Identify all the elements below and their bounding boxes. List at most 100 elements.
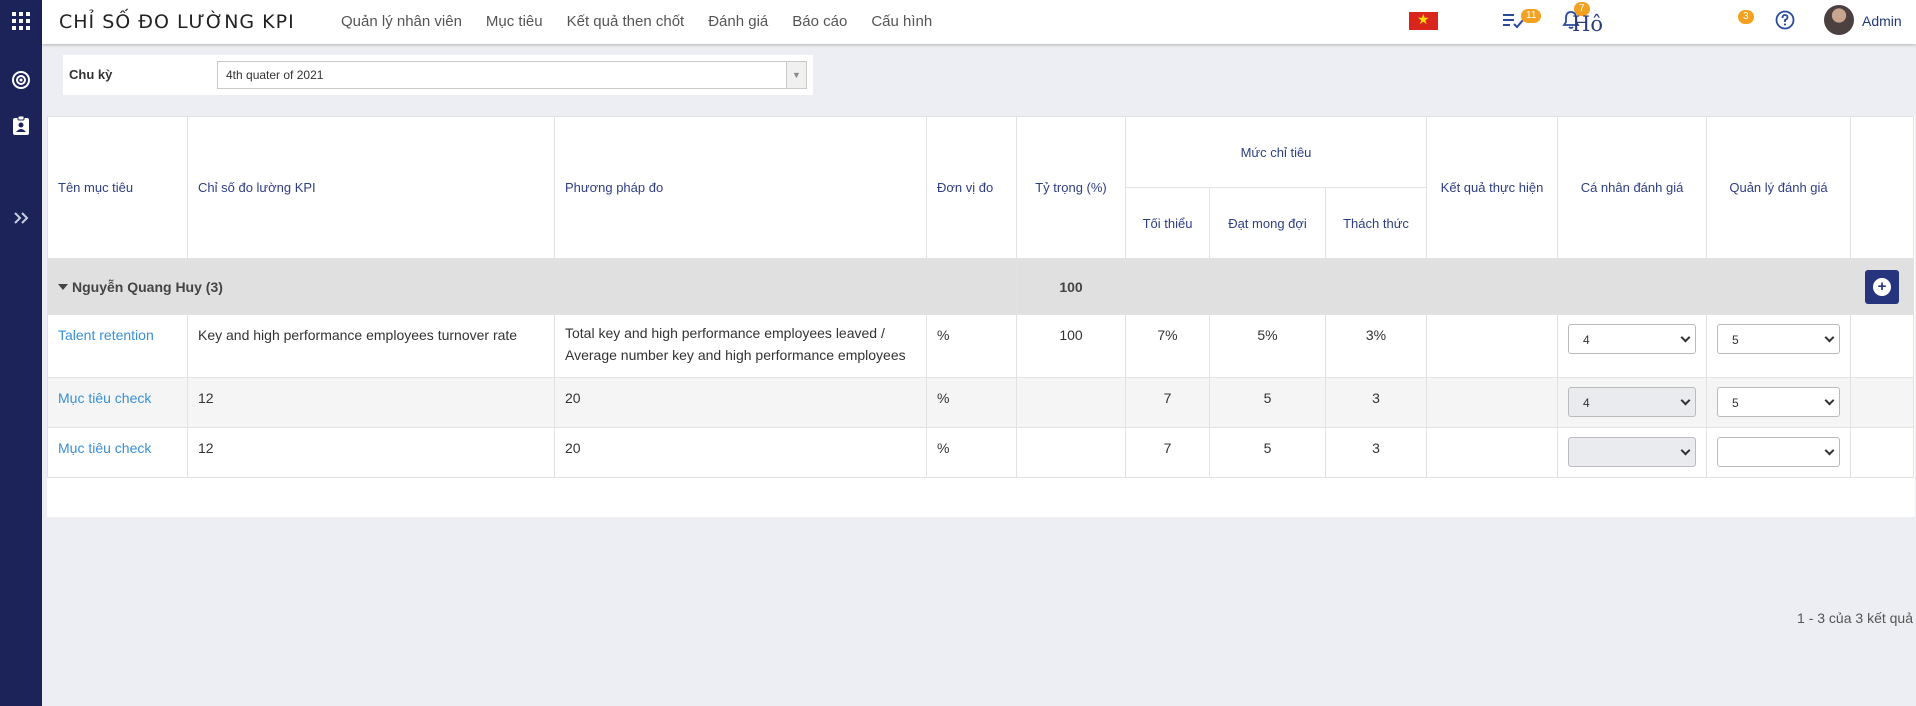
kpi-cell: 12 xyxy=(187,377,555,428)
challenge-cell: 3 xyxy=(1324,377,1428,428)
target-icon[interactable] xyxy=(9,68,33,92)
manager-eval-cell: 5 xyxy=(1706,377,1852,428)
self-eval-select[interactable] xyxy=(1568,437,1697,467)
chevron-down-icon xyxy=(1680,395,1691,406)
method-cell: 20 xyxy=(554,377,927,428)
manager-eval-cell: 5 xyxy=(1706,314,1852,378)
manager-eval-select[interactable] xyxy=(1717,437,1841,467)
goal-link[interactable]: Talent retention xyxy=(47,314,188,378)
self-eval-cell: 4 xyxy=(1557,377,1708,428)
col-header-actions xyxy=(1850,116,1915,259)
result-cell xyxy=(1426,427,1559,478)
chevron-down-icon xyxy=(1680,445,1691,456)
kpi-cell: 12 xyxy=(187,427,555,478)
period-select-value: 4th quater of 2021 xyxy=(226,68,324,82)
period-filter: Chu kỳ 4th quater of 2021 ▼ xyxy=(63,55,813,95)
goal-link[interactable]: Mục tiêu check xyxy=(47,427,188,478)
manager-eval-value: 5 xyxy=(1732,396,1739,410)
chevron-down-icon xyxy=(1824,445,1835,456)
weight-cell xyxy=(1016,377,1126,428)
goal-name[interactable]: Mục tiêu check xyxy=(58,390,151,406)
add-goal-button[interactable]: + xyxy=(1865,269,1900,304)
expand-chevrons-icon[interactable] xyxy=(9,206,33,230)
period-label: Chu kỳ xyxy=(69,67,113,82)
goal-link[interactable]: Mục tiêu check xyxy=(47,377,188,428)
table-row: Mục tiêu check 12 20 % 7 5 3 4 5 xyxy=(47,377,1915,428)
goal-name[interactable]: Talent retention xyxy=(58,327,154,343)
kpi-cell: Key and high performance employees turno… xyxy=(187,314,555,378)
group-toggle[interactable]: Nguyễn Quang Huy (3) xyxy=(47,258,1017,315)
user-name[interactable]: Admin xyxy=(1862,13,1902,29)
extension-badge: 3 xyxy=(1738,10,1754,24)
side-rail xyxy=(0,0,42,706)
row-actions xyxy=(1850,377,1915,428)
weight-cell: 100 xyxy=(1016,314,1126,378)
result-cell xyxy=(1426,377,1559,428)
vietnam-flag-icon[interactable] xyxy=(1409,11,1438,30)
chevron-down-icon xyxy=(1824,395,1835,406)
kpi-table-container: Tên mục tiêu Chỉ số đo lường KPI Phương … xyxy=(47,116,1915,626)
tasks-badge: 11 xyxy=(1521,9,1542,23)
table-row: Mục tiêu check 12 20 % 7 5 3 xyxy=(47,427,1915,478)
manager-eval-value: 5 xyxy=(1732,333,1739,347)
chevron-down-icon xyxy=(1824,332,1835,343)
goal-name[interactable]: Mục tiêu check xyxy=(58,440,151,456)
group-name: Nguyễn Quang Huy (3) xyxy=(72,278,223,295)
col-header-expected: Đạt mong đợi xyxy=(1209,187,1326,259)
min-cell: 7% xyxy=(1125,314,1210,378)
dropdown-arrow-icon[interactable]: ▼ xyxy=(786,62,806,88)
col-header-challenge: Thách thức xyxy=(1324,187,1428,259)
hoval-logo-text: Hô xyxy=(1572,12,1603,36)
result-cell xyxy=(1426,314,1559,378)
col-header-weight: Tỷ trọng (%) xyxy=(1016,116,1126,259)
row-actions xyxy=(1850,427,1915,478)
expected-cell: 5 xyxy=(1209,377,1326,428)
clipboard-user-icon[interactable] xyxy=(9,114,33,138)
self-eval-cell: 4 xyxy=(1557,314,1708,378)
kpi-table: Tên mục tiêu Chỉ số đo lường KPI Phương … xyxy=(47,116,1915,478)
group-weight: 100 xyxy=(1016,258,1126,315)
min-cell: 7 xyxy=(1125,427,1210,478)
row-actions xyxy=(1850,314,1915,378)
self-eval-value: 4 xyxy=(1583,333,1590,347)
method-cell: 20 xyxy=(554,427,927,478)
col-header-kpi: Chỉ số đo lường KPI xyxy=(187,116,555,259)
unit-cell: % xyxy=(926,314,1017,378)
period-select[interactable]: 4th quater of 2021 ▼ xyxy=(217,61,807,89)
header-actions: 11 7 Hô 3 Admin xyxy=(0,0,1916,44)
self-eval-cell xyxy=(1557,427,1708,478)
col-header-goal: Tên mục tiêu xyxy=(47,116,188,259)
manager-eval-select[interactable]: 5 xyxy=(1717,387,1841,417)
col-header-target-level: Mức chỉ tiêu xyxy=(1124,116,1428,188)
group-actions: + xyxy=(1850,258,1915,315)
plus-circle-icon: + xyxy=(1873,277,1892,296)
col-header-self-eval: Cá nhân đánh giá xyxy=(1557,116,1708,259)
challenge-cell: 3% xyxy=(1324,314,1428,378)
expected-cell: 5% xyxy=(1209,314,1326,378)
expected-cell: 5 xyxy=(1209,427,1326,478)
manager-eval-select[interactable]: 5 xyxy=(1717,324,1841,354)
unit-cell: % xyxy=(926,427,1017,478)
user-avatar[interactable] xyxy=(1824,5,1854,35)
group-spacer xyxy=(1124,258,1852,315)
manager-eval-cell xyxy=(1706,427,1852,478)
col-header-result: Kết quả thực hiện xyxy=(1426,116,1559,259)
min-cell: 7 xyxy=(1125,377,1210,428)
caret-down-icon[interactable] xyxy=(58,283,68,290)
table-row: Talent retention Key and high performanc… xyxy=(47,314,1915,378)
col-header-manager-eval: Quản lý đánh giá xyxy=(1706,116,1852,259)
col-header-unit: Đơn vị đo xyxy=(926,116,1017,259)
challenge-cell: 3 xyxy=(1324,427,1428,478)
self-eval-select[interactable]: 4 xyxy=(1568,324,1697,354)
pagination-summary: 1 - 3 của 3 kết quả xyxy=(1797,610,1913,626)
help-icon[interactable] xyxy=(1775,10,1795,33)
self-eval-value: 4 xyxy=(1583,396,1590,410)
group-row: Nguyễn Quang Huy (3) 100 + xyxy=(47,258,1915,315)
self-eval-select[interactable]: 4 xyxy=(1568,387,1697,417)
col-header-method: Phương pháp đo xyxy=(554,116,927,259)
chevron-down-icon xyxy=(1680,332,1691,343)
weight-cell xyxy=(1016,427,1126,478)
unit-cell: % xyxy=(926,377,1017,428)
method-cell: Total key and high performance employees… xyxy=(554,314,927,378)
col-header-minimum: Tối thiểu xyxy=(1125,187,1210,259)
